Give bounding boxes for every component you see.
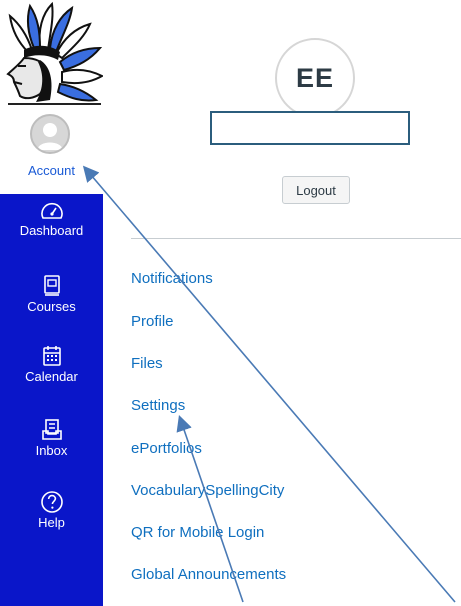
nav-account-label[interactable]: Account	[0, 163, 103, 178]
help-icon	[40, 491, 63, 513]
nav-item-calendar[interactable]: Calendar	[0, 344, 103, 384]
inbox-icon	[41, 419, 62, 440]
logo-divider	[8, 103, 101, 105]
tray-link-profile[interactable]: Profile	[131, 313, 174, 330]
tray-link-eportfolios[interactable]: ePortfolios	[131, 440, 202, 457]
nav-item-help-label: Help	[38, 515, 65, 530]
tray-link-settings[interactable]: Settings	[131, 397, 185, 414]
nav-item-inbox-label: Inbox	[35, 443, 68, 458]
school-logo[interactable]	[0, 0, 103, 104]
courses-icon	[43, 275, 60, 296]
user-avatar-icon[interactable]	[30, 114, 70, 154]
nav-item-help[interactable]: Help	[0, 490, 103, 530]
tray-link-vocabularyspellingcity[interactable]: VocabularySpellingCity	[131, 482, 284, 499]
profile-avatar-initials: EE	[275, 38, 355, 118]
dashboard-icon	[40, 202, 63, 219]
calendar-icon	[42, 346, 61, 366]
tray-link-qr-mobile-login[interactable]: QR for Mobile Login	[131, 524, 264, 541]
nav-account[interactable]: Account	[0, 106, 103, 194]
nav-item-inbox[interactable]: Inbox	[0, 418, 103, 458]
warrior-headdress-logo-icon	[6, 1, 103, 102]
nav-item-dashboard-label: Dashboard	[19, 223, 84, 238]
tray-link-files[interactable]: Files	[131, 355, 163, 372]
global-nav: Dashboard Courses Calendar Inbox Help	[0, 194, 103, 606]
nav-item-courses-label: Courses	[27, 299, 76, 314]
tray-divider	[131, 238, 461, 239]
nav-item-calendar-label: Calendar	[25, 369, 78, 384]
nav-item-courses[interactable]: Courses	[0, 274, 103, 314]
tray-link-notifications[interactable]: Notifications	[131, 270, 213, 287]
nav-item-dashboard[interactable]: Dashboard	[0, 200, 103, 238]
redacted-user-name-box	[210, 111, 410, 145]
logout-button[interactable]: Logout	[282, 176, 350, 204]
tray-link-global-announcements[interactable]: Global Announcements	[131, 566, 286, 583]
